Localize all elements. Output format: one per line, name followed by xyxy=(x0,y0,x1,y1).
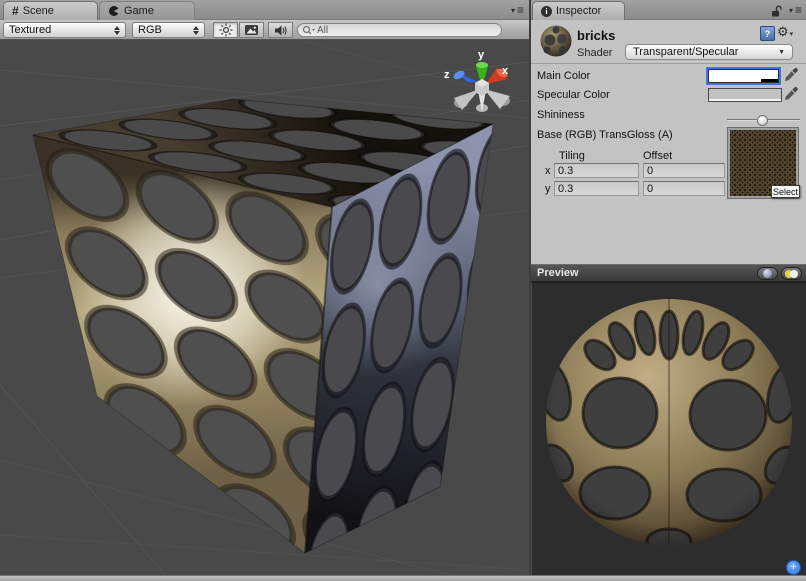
specular-color-swatch[interactable] xyxy=(708,88,782,102)
scene-3d-view: y x z xyxy=(0,40,529,575)
offset-header: Offset xyxy=(643,150,672,162)
offset-y-field[interactable] xyxy=(643,181,725,196)
popup-arrows-icon xyxy=(114,26,120,35)
inspector-menu-button[interactable]: ▾ ≡ xyxy=(789,3,801,17)
scene-toolbar: Textured RGB xyxy=(0,20,529,40)
caret-down-icon: ▾ xyxy=(511,6,515,15)
shininess-slider[interactable] xyxy=(727,114,800,126)
main-color-swatch[interactable] xyxy=(708,69,779,83)
scene-panel-menu-button[interactable]: ▾ ≡ xyxy=(511,3,523,17)
caret-down-icon: ▾ xyxy=(790,30,794,38)
info-icon: i xyxy=(541,6,552,17)
tiling-y-field[interactable] xyxy=(554,181,639,196)
image-icon xyxy=(244,24,259,36)
menu-bars-icon: ≡ xyxy=(517,3,523,17)
eyedropper-icon[interactable] xyxy=(784,86,798,102)
preview-lighting-button[interactable] xyxy=(781,267,802,280)
offset-x-field[interactable] xyxy=(643,163,725,178)
shader-label: Shader xyxy=(577,47,612,59)
row-x-label: x xyxy=(545,165,551,177)
render-mode-dropdown[interactable]: Textured xyxy=(3,22,126,38)
eyedropper-icon[interactable] xyxy=(784,67,798,83)
material-name: bricks xyxy=(577,28,615,43)
preview-title: Preview xyxy=(537,267,579,279)
material-preview-icon xyxy=(539,24,573,58)
preview-sphere xyxy=(532,283,806,575)
tab-scene[interactable]: # Scene xyxy=(3,1,98,20)
lock-open-icon[interactable] xyxy=(771,5,782,17)
scene-skybox-toggle[interactable] xyxy=(239,22,264,38)
header-separator xyxy=(531,63,806,64)
game-icon xyxy=(108,5,120,17)
tab-inspector-label: Inspector xyxy=(556,5,601,17)
render-mode-value: Textured xyxy=(9,24,110,36)
preview-header[interactable]: Preview xyxy=(531,264,806,282)
tiling-x-field[interactable] xyxy=(554,163,639,178)
light-dot-icon xyxy=(790,270,798,278)
sphere-icon xyxy=(763,269,772,278)
shader-dropdown[interactable]: Transparent/Specular ▼ xyxy=(625,44,793,60)
search-input[interactable] xyxy=(317,25,477,36)
caret-down-icon: ▾ xyxy=(789,6,793,15)
tab-scene-label: Scene xyxy=(23,5,54,17)
base-map-label: Base (RGB) TransGloss (A) xyxy=(537,129,673,141)
tab-game[interactable]: Game xyxy=(99,1,195,20)
row-y-label: y xyxy=(545,183,551,195)
scene-lighting-toggle[interactable] xyxy=(213,22,238,38)
color-mode-value: RGB xyxy=(138,24,189,36)
orientation-gizmo: y x z xyxy=(444,49,510,112)
tab-game-label: Game xyxy=(124,5,154,17)
alpha-bar xyxy=(709,99,781,101)
inspector-tabbar: i Inspector ▾ ≡ xyxy=(531,0,806,20)
material-preview-area[interactable] xyxy=(531,282,806,575)
menu-bars-icon: ≡ xyxy=(795,3,801,17)
search-icon xyxy=(302,25,315,36)
caret-down-icon: ▼ xyxy=(778,49,785,56)
preview-mesh-button[interactable] xyxy=(757,267,778,280)
unity-editor-window: # Scene Game ▾ ≡ Textured RGB xyxy=(0,0,806,581)
gizmo-z-label: z xyxy=(444,69,450,81)
preview-zoom-button[interactable]: + xyxy=(786,560,801,575)
gear-icon[interactable]: ⚙ ▾ xyxy=(777,24,793,40)
sun-icon xyxy=(219,23,233,37)
scene-grid-icon: # xyxy=(12,4,19,18)
main-color-label: Main Color xyxy=(537,70,590,82)
speaker-icon xyxy=(274,24,288,37)
scene-panel: # Scene Game ▾ ≡ Textured RGB xyxy=(0,0,529,575)
help-icon[interactable]: ? xyxy=(760,26,775,41)
shininess-label: Shininess xyxy=(537,109,585,121)
scene-audio-toggle[interactable] xyxy=(268,22,293,38)
alpha-bar xyxy=(761,79,778,82)
texture-select-button[interactable]: Select xyxy=(771,185,800,198)
color-mode-dropdown[interactable]: RGB xyxy=(132,22,205,38)
gizmo-x-label: x xyxy=(502,65,509,77)
inspector-panel: i Inspector ▾ ≡ xyxy=(531,0,806,575)
specular-color-label: Specular Color xyxy=(537,89,610,101)
gizmo-y-label: y xyxy=(478,49,485,61)
scene-viewport[interactable]: y x z xyxy=(0,40,529,575)
tiling-header: Tiling xyxy=(559,150,585,162)
tab-inspector[interactable]: i Inspector xyxy=(532,1,625,20)
scene-tabbar: # Scene Game ▾ ≡ xyxy=(0,0,529,20)
textured-cube xyxy=(33,99,493,553)
shininess-thumb[interactable] xyxy=(757,115,768,126)
shader-value: Transparent/Specular xyxy=(633,46,738,58)
scene-search-field[interactable] xyxy=(297,23,502,37)
popup-arrows-icon xyxy=(193,26,199,35)
window-bottom-edge xyxy=(0,575,806,581)
